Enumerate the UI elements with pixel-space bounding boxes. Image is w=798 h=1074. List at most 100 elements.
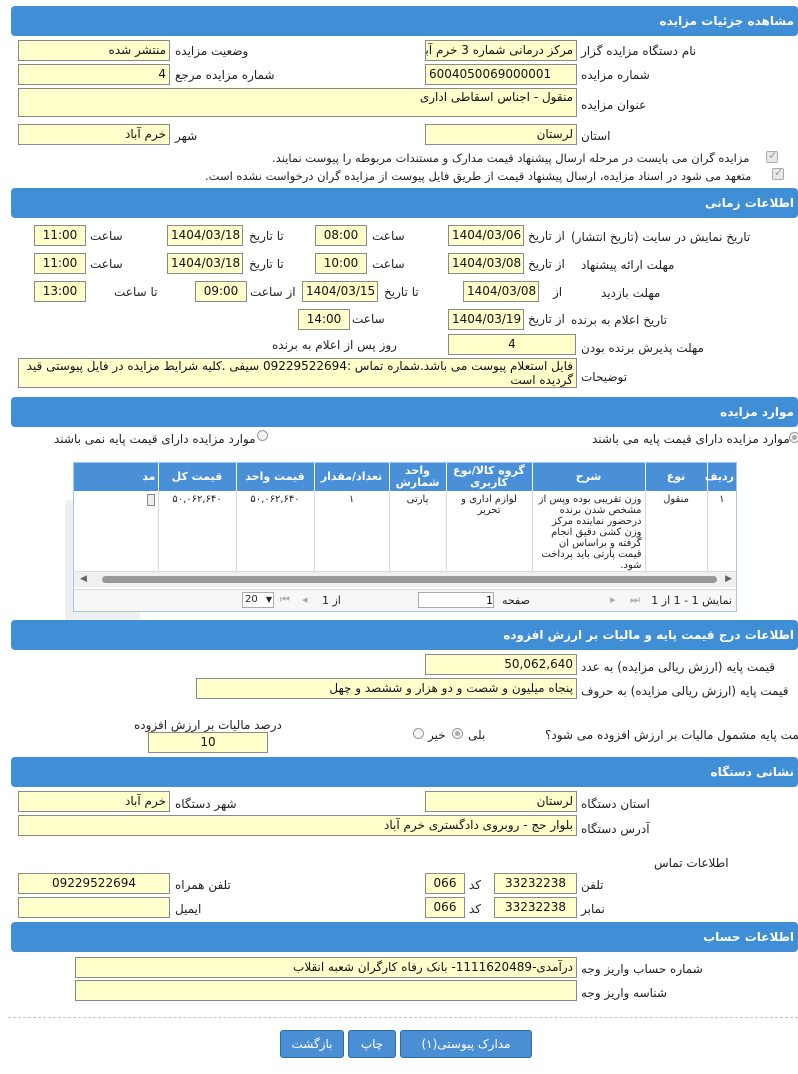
- offer-to-time-label: ساعت: [90, 257, 123, 271]
- vat-question-label: قیمت پایه مشمول مالیات بر ارزش افزوده می…: [545, 728, 798, 742]
- prev-page-icon[interactable]: ▸: [610, 593, 616, 606]
- account-number-label: شماره حساب واریز وجه: [581, 962, 703, 976]
- ref-number-label: شماره مزایده مرجع: [175, 68, 275, 82]
- notes-field: فایل استعلام پیوست می باشد.شماره تماس :0…: [18, 358, 577, 388]
- cell-type: منقول: [644, 491, 707, 574]
- visit-to-date: 1404/03/15: [302, 281, 378, 302]
- scrollbar-thumb[interactable]: [102, 576, 717, 583]
- status-field: منتشر شده: [18, 40, 170, 61]
- with-base-price-label: موارد مزایده دارای قیمت پایه می باشند: [592, 432, 790, 446]
- phone-code-label: کد: [469, 878, 482, 892]
- section-header-time: اطلاعات زمانی: [11, 188, 798, 218]
- scroll-left-icon[interactable]: ◀: [80, 574, 87, 584]
- print-button[interactable]: چاپ: [348, 1030, 396, 1058]
- table-row[interactable]: ۱ منقول وزن تقریبی بوده وپس از مشخص شدن …: [74, 491, 736, 574]
- back-button[interactable]: بازگشت: [280, 1030, 344, 1058]
- city-label: شهر: [175, 129, 198, 143]
- section-header-address: نشانی دستگاه: [11, 757, 798, 787]
- horizontal-scrollbar[interactable]: ◀ ▶: [74, 571, 736, 587]
- offer-from-time: 10:00: [315, 253, 367, 274]
- page-size-select[interactable]: 20 ▼: [242, 592, 274, 608]
- display-to-time: 11:00: [34, 225, 86, 246]
- visit-deadline-label: مهلت بازدید: [601, 286, 661, 300]
- base-price-words-field: پنجاه میلیون و شصت و دو هزار و ششصد و چه…: [196, 678, 577, 699]
- visit-to-time-label: تا ساعت: [114, 285, 158, 299]
- visit-from-date: 1404/03/08: [463, 281, 539, 302]
- col-quantity[interactable]: تعداد/مقدار: [313, 463, 389, 491]
- phone-label: تلفن: [581, 878, 604, 892]
- pager-info: نمایش 1 - 1 از 1: [651, 594, 732, 607]
- first-page-icon[interactable]: ⏭: [630, 593, 640, 607]
- mobile-label: تلفن همراه: [175, 878, 231, 892]
- number-label: شماره مزایده: [581, 68, 650, 82]
- col-extra[interactable]: مد: [74, 463, 158, 491]
- winner-time-label: ساعت: [352, 312, 385, 326]
- scroll-right-icon[interactable]: ▶: [725, 574, 732, 584]
- with-base-price-radio[interactable]: [789, 432, 798, 443]
- items-header-row: ردیف نوع شرح گروه کالا/نوع کاربری واحد ش…: [74, 463, 736, 491]
- province-field: لرستان: [425, 124, 577, 145]
- org-address-label: آدرس دستگاه: [581, 822, 650, 836]
- col-unit[interactable]: واحد شمارش: [388, 463, 446, 491]
- without-base-price-label: موارد مزایده دارای قیمت پایه نمی باشند: [54, 432, 256, 446]
- visit-from-label: از: [553, 285, 563, 299]
- display-to-date: 1404/03/18: [167, 225, 243, 246]
- org-address-field: بلوار حج - روبروی دادگستری خرم آباد: [18, 815, 577, 836]
- col-row-index[interactable]: ردیف: [705, 463, 736, 491]
- email-field: [18, 897, 170, 918]
- vat-yes-radio[interactable]: [452, 728, 463, 739]
- without-base-price-radio[interactable]: [257, 430, 268, 441]
- winner-announce-label: تاریخ اعلام به برنده: [571, 313, 668, 327]
- status-label: وضعیت مزایده: [175, 44, 249, 58]
- winner-from-label: از تاریخ: [528, 312, 565, 326]
- base-price-words-label: قیمت پایه (ارزش ریالی مزایده) به حروف: [581, 684, 789, 698]
- base-price-number-label: قیمت پایه (ارزش ریالی مزایده) به عدد: [581, 660, 776, 674]
- base-price-number-field: 50,062,640: [425, 654, 577, 675]
- col-type[interactable]: نوع: [644, 463, 707, 491]
- visit-to-label: تا تاریخ: [384, 285, 419, 299]
- col-total-price[interactable]: قیمت کل: [157, 463, 236, 491]
- visit-from-time: 09:00: [195, 281, 247, 302]
- vat-percent-field: 10: [148, 732, 268, 753]
- offer-deadline-label: مهلت ارائه پیشنهاد: [581, 258, 675, 272]
- section-header-price: اطلاعات درج قیمت پایه و مالیات بر ارزش ا…: [11, 620, 798, 650]
- display-to-label: تا تاریخ: [249, 229, 284, 243]
- vat-percent-label: درصد مالیات بر ارزش افزوده: [134, 718, 282, 732]
- no-file-offer-text: متعهد می شود در اسناد مزایده، ارسال پیشن…: [205, 169, 752, 183]
- section-header-details: مشاهده جزئیات مزایده: [11, 6, 798, 36]
- col-description[interactable]: شرح: [531, 463, 645, 491]
- notes-label: توضیحات: [581, 370, 628, 384]
- row-detail-button[interactable]: [146, 494, 155, 506]
- phone-code-field: 066: [425, 873, 465, 894]
- visit-to-time: 13:00: [34, 281, 86, 302]
- last-page-icon[interactable]: ⏮: [280, 593, 290, 607]
- contact-info-label: اطلاعات تماس: [654, 856, 729, 870]
- next-page-icon[interactable]: ◂: [302, 593, 308, 606]
- footer-divider: [8, 1017, 798, 1018]
- no-file-offer-checkbox[interactable]: [772, 166, 784, 180]
- attachments-button[interactable]: مدارک پیوستی(۱): [400, 1030, 532, 1058]
- fax-label: نمابر: [581, 902, 605, 916]
- ref-number-field: 4: [18, 64, 170, 85]
- email-label: ایمیل: [175, 902, 202, 916]
- offer-to-time: 11:00: [34, 253, 86, 274]
- org-province-field: لرستان: [425, 791, 577, 812]
- cell-group: لوازم اداری و تحریر: [445, 491, 532, 574]
- visit-from-time-label: از ساعت: [250, 285, 296, 299]
- offer-to-date: 1404/03/18: [167, 253, 243, 274]
- offer-from-time-label: ساعت: [372, 257, 405, 271]
- vat-no-radio[interactable]: [413, 728, 424, 739]
- cell-quantity: ۱: [313, 491, 389, 574]
- offer-from-label: از تاریخ: [528, 257, 565, 271]
- org-city-label: شهر دستگاه: [175, 797, 237, 811]
- attachment-required-checkbox[interactable]: [766, 149, 778, 163]
- col-unit-price[interactable]: قیمت واحد: [235, 463, 314, 491]
- payment-id-field: [75, 980, 577, 1001]
- fax-code-field: 066: [425, 897, 465, 918]
- col-group[interactable]: گروه کالا/نوع کاربری: [445, 463, 532, 491]
- page-input[interactable]: [418, 592, 494, 608]
- number-field: 6004050069000001: [425, 64, 577, 85]
- org-province-label: استان دستگاه: [581, 797, 650, 811]
- section-header-items: موارد مزایده: [11, 397, 798, 427]
- of-pages-label: از 1: [322, 594, 341, 607]
